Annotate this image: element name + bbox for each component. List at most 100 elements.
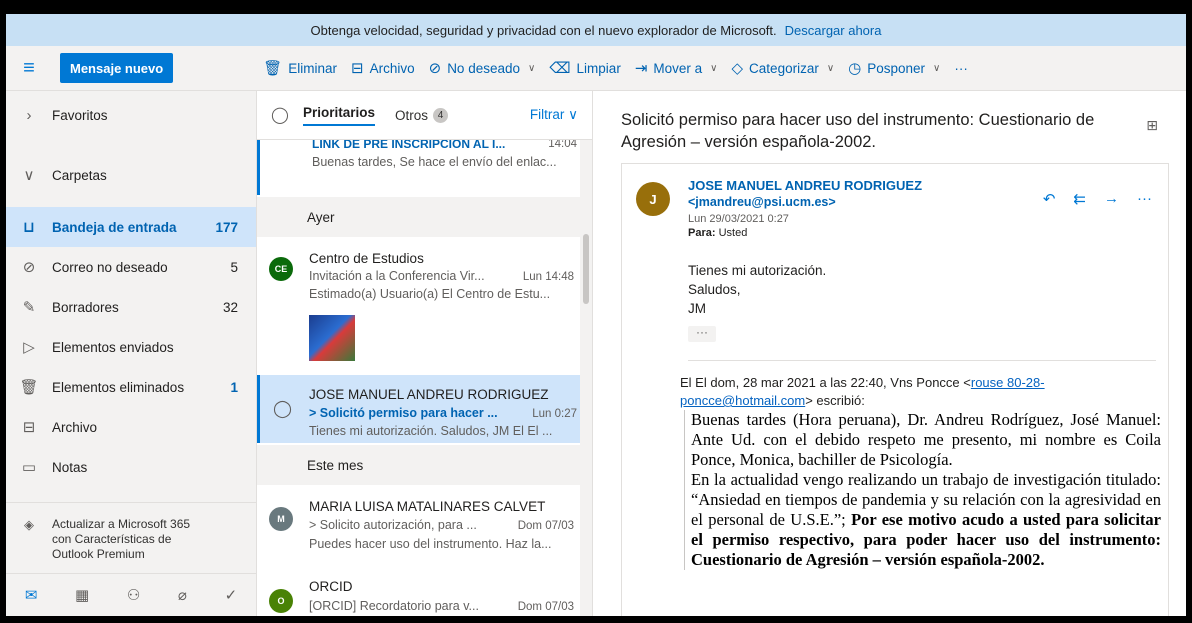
sender-name[interactable]: JOSE MANUEL ANDREU RODRIGUEZ <box>688 178 922 193</box>
sweep-label: Limpiar <box>576 60 621 76</box>
folder-archive[interactable]: ⊟ Archivo <box>6 407 256 447</box>
broom-icon: ⌫ <box>549 60 571 77</box>
inbox-icon: ⊔ <box>23 219 35 236</box>
tab-other[interactable]: Otros 4 <box>395 107 449 123</box>
quote-header: El El dom, 28 mar 2021 a las 22:40, Vns … <box>680 374 1150 410</box>
message-body: Tienes mi autorización. Saludos, JM <box>688 261 826 318</box>
unread-count: 32 <box>222 299 238 315</box>
command-bar: ≡ Mensaje nuevo 🗑 Eliminar ⊟ Archivo ⊘ No d… <box>6 46 1186 91</box>
archive-icon: ⊟ <box>22 419 36 436</box>
hamburger-menu-icon[interactable]: ≡ <box>6 57 52 80</box>
filter-label: Filtrar <box>529 107 565 122</box>
folder-sent[interactable]: ▷ Elementos enviados <box>6 327 256 367</box>
item-time: Dom 07/03 <box>517 520 574 532</box>
message-list: ◯ Prioritarios Otros 4 Filtrar ∨ LINK DE … <box>257 91 593 616</box>
reply-all-icon[interactable]: ⇇ <box>1073 190 1086 208</box>
todo-icon[interactable]: ✓ <box>225 586 238 604</box>
move-label: Mover a <box>653 60 703 76</box>
sender-email[interactable]: <jmandreu@psi.ucm.es> <box>688 195 836 209</box>
reading-pane: Solicitó permiso para hacer uso del inst… <box>593 91 1186 616</box>
tag-icon: ◇ <box>731 60 744 77</box>
body-line: JM <box>688 301 706 316</box>
list-item[interactable]: O ORCID [ORCID] Recordatorio para v... D… <box>257 567 580 616</box>
people-icon[interactable]: ⚇ <box>127 586 140 604</box>
folder-notes[interactable]: ▭ Notas <box>6 447 256 487</box>
scrollbar-thumb[interactable] <box>583 234 589 304</box>
attachment-thumbnail[interactable] <box>309 315 355 361</box>
archive-button[interactable]: ⊟ Archivo <box>351 59 415 77</box>
new-message-button[interactable]: Mensaje nuevo <box>60 53 174 83</box>
reply-icon[interactable]: ↶ <box>1043 190 1056 208</box>
quote-header-end: > escribió: <box>805 393 865 408</box>
quote-paragraph: Buenas tardes (Hora peruana), Dr. Andreu… <box>691 410 1161 469</box>
outlook-window: Obtenga velocidad, seguridad y privacida… <box>6 14 1186 616</box>
unread-count: 5 <box>230 259 238 275</box>
categorize-button[interactable]: ◇ Categorizar ∨ <box>732 59 835 77</box>
action-group: 🗑 Eliminar ⊟ Archivo ⊘ No deseado ∨ ⌫ Limpiar… <box>263 59 968 77</box>
mail-icon[interactable]: ✉ <box>25 586 38 604</box>
list-item-selected[interactable]: ◯ JOSE MANUEL ANDREU RODRIGUEZ > Solicit… <box>257 375 583 443</box>
upgrade-promo[interactable]: ◈ Actualizar a Microsoft 365 con Caracter… <box>6 502 256 563</box>
junk-button[interactable]: ⊘ No deseado ∨ <box>429 59 536 77</box>
item-sender: MARIA LUISA MATALINARES CALVET <box>309 499 546 514</box>
quote-paragraph: En la actualidad vengo realizando un tra… <box>691 470 1161 570</box>
select-circle-icon[interactable]: ◯ <box>273 399 292 419</box>
favorites-header[interactable]: › Favoritos <box>6 91 256 139</box>
forward-icon[interactable]: → <box>1104 190 1119 208</box>
sweep-button[interactable]: ⌫ Limpiar <box>549 59 620 77</box>
item-sender: Centro de Estudios <box>309 251 424 266</box>
more-actions-button[interactable]: ··· <box>954 61 968 76</box>
snooze-button[interactable]: ◷ Posponer ∨ <box>848 59 940 77</box>
folder-junk[interactable]: ⊘ Correo no deseado 5 <box>6 247 256 287</box>
chevron-down-icon: ∨ <box>933 62 941 74</box>
calendar-icon[interactable]: ▦ <box>75 586 89 604</box>
item-preview: Estimado(a) Usuario(a) El Centro de Estu… <box>309 287 551 301</box>
group-label: Ayer <box>307 209 335 225</box>
chevron-down-icon: ∨ <box>826 62 835 74</box>
folder-label: Archivo <box>52 419 98 435</box>
download-link[interactable]: Descargar ahora <box>785 23 882 38</box>
list-item[interactable]: CE Centro de Estudios Invitación a la Co… <box>257 237 580 373</box>
list-scrollbar[interactable] <box>580 139 592 616</box>
avatar: M <box>269 507 293 531</box>
list-item[interactable]: LINK DE PRE INSCRIPCION AL I... 14:04 Bu… <box>257 137 583 195</box>
item-sender: ORCID <box>309 579 353 594</box>
delete-button[interactable]: 🗑 Eliminar <box>263 59 337 77</box>
group-header: Ayer <box>257 197 580 237</box>
folder-inbox[interactable]: ⊔ Bandeja de entrada 177 <box>6 207 256 247</box>
other-count-badge: 4 <box>433 107 449 123</box>
more-icon[interactable]: ··· <box>1137 190 1152 208</box>
group-header: Este mes <box>257 445 580 485</box>
avatar: O <box>269 589 293 613</box>
block-icon: ⊘ <box>22 259 36 276</box>
window-bottom-edge <box>0 616 1192 623</box>
junk-label: No deseado <box>447 60 520 76</box>
folder-label: Borradores <box>52 299 119 315</box>
trash-icon: 🗑 <box>19 379 39 396</box>
select-all-icon[interactable]: ◯ <box>257 105 303 125</box>
block-icon: ⊘ <box>428 60 442 77</box>
folder-label: Notas <box>52 459 88 475</box>
folder-drafts[interactable]: ✎ Borradores 32 <box>6 287 256 327</box>
expand-icon[interactable]: ⊞ <box>1146 117 1158 134</box>
snooze-label: Posponer <box>867 60 926 76</box>
item-sender: JOSE MANUEL ANDREU RODRIGUEZ <box>309 387 549 402</box>
diamond-icon: ◈ <box>24 517 34 532</box>
show-quoted-button[interactable]: ··· <box>688 326 716 342</box>
list-item[interactable]: M MARIA LUISA MATALINARES CALVET > Solic… <box>257 485 580 565</box>
unread-count: 1 <box>230 379 238 395</box>
note-icon: ▭ <box>21 459 37 476</box>
filter-button[interactable]: Filtrar ∨ <box>530 107 578 123</box>
unread-count: 177 <box>215 219 238 235</box>
sender-avatar[interactable]: J <box>636 182 670 216</box>
browser-banner: Obtenga velocidad, seguridad y privacida… <box>6 14 1186 46</box>
folder-deleted[interactable]: 🗑 Elementos eliminados 1 <box>6 367 256 407</box>
item-preview: Puedes hacer uso del instrumento. Haz la… <box>309 537 552 551</box>
message-card: J JOSE MANUEL ANDREU RODRIGUEZ <jmandreu… <box>621 163 1169 616</box>
to-label: Para: <box>688 227 716 239</box>
item-time: Lun 14:48 <box>522 271 574 283</box>
folders-header[interactable]: ∨ Carpetas <box>6 155 256 195</box>
attachment-icon[interactable]: ⌀ <box>178 586 187 604</box>
move-button[interactable]: ⇥ Mover a ∨ <box>635 59 718 77</box>
tab-focused[interactable]: Prioritarios <box>303 105 376 126</box>
